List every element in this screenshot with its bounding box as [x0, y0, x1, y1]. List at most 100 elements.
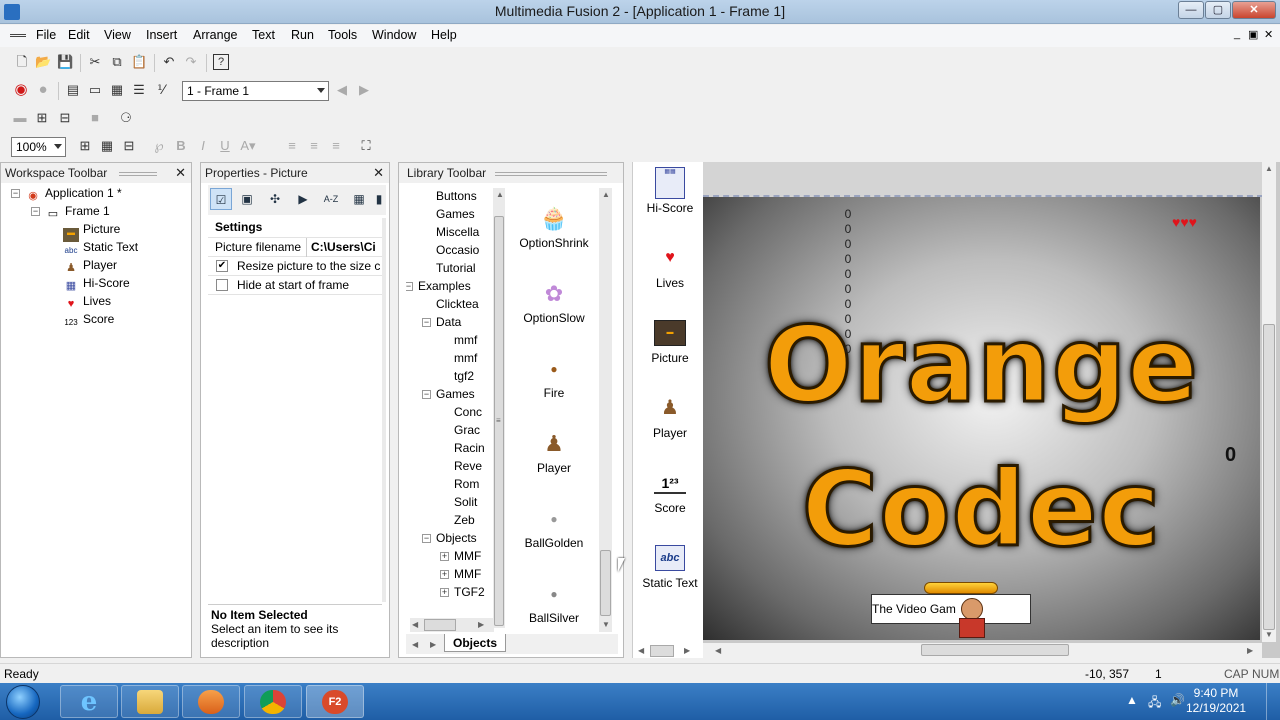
scroll-up-icon[interactable]: ▲ — [602, 190, 610, 199]
frame-object-static-text[interactable]: abc Static Text — [636, 542, 704, 590]
picture-filename-row[interactable]: Picture filename C:\Users\Ci — [208, 238, 382, 257]
frame-properties-icon[interactable]: ⊟ — [57, 110, 73, 126]
grid-view-icon[interactable]: ▦ — [348, 188, 370, 210]
library-tree-item[interactable]: Grac — [454, 423, 480, 437]
scroll-up-icon[interactable]: ▲ — [1265, 164, 1273, 173]
text-color-icon[interactable]: A▾ — [240, 138, 256, 154]
frame-object-hi-score[interactable]: ▦▦ Hi-Score — [636, 167, 704, 215]
menu-grip-icon[interactable] — [10, 34, 26, 37]
scroll-up-icon[interactable]: ▲ — [496, 190, 504, 199]
library-tree-item[interactable]: MMF — [454, 567, 481, 581]
paste-icon[interactable]: 📋 — [131, 54, 147, 70]
scroll-right-icon[interactable]: ▶ — [1247, 646, 1253, 655]
resize-picture-row[interactable]: ✔ Resize picture to the size c — [208, 257, 382, 276]
tree-item-application[interactable]: ◉ Application 1 * — [25, 186, 122, 203]
hi-score-counter[interactable]: 0 0 0 0 0 0 0 0 0 0 — [842, 207, 854, 357]
tree-collapse-icon[interactable]: − — [422, 534, 431, 543]
library-tree-item[interactable]: Objects — [436, 531, 477, 545]
taskbar-chrome[interactable] — [244, 685, 302, 718]
frame-toolbar-hscrollbar[interactable]: ◀ ▶ — [636, 644, 696, 658]
library-tree-item[interactable]: Solit — [454, 495, 477, 509]
next-frame-icon[interactable]: ▶ — [356, 82, 372, 98]
library-tree-item[interactable]: Miscella — [436, 225, 479, 239]
menu-run[interactable]: Run — [291, 28, 314, 42]
cut-icon[interactable]: ✂ — [87, 54, 103, 70]
tree-collapse-icon[interactable]: − — [422, 318, 431, 327]
hide-at-start-row[interactable]: Hide at start of frame — [208, 276, 382, 295]
frame-object-player[interactable]: ♟ Player — [636, 392, 704, 440]
scroll-down-icon[interactable]: ▼ — [602, 620, 610, 629]
scrollbar-thumb[interactable] — [921, 644, 1069, 656]
scroll-right-icon[interactable]: ▶ — [478, 620, 484, 629]
tree-item-hi-score[interactable]: ▦ Hi-Score — [63, 276, 130, 293]
maximize-button[interactable]: ▢ — [1205, 1, 1231, 19]
taskbar-multimedia-fusion[interactable]: F2 — [306, 685, 364, 718]
menu-window[interactable]: Window — [372, 28, 416, 42]
frame-editor-icon[interactable]: ▭ — [87, 82, 103, 98]
player-sprite[interactable] — [955, 596, 989, 640]
frame-object-lives[interactable]: ♥ Lives — [636, 242, 704, 290]
tab-scroll-right-icon[interactable]: ▶ — [430, 640, 436, 649]
library-tree-item[interactable]: Clicktea — [436, 297, 479, 311]
network-icon[interactable]: 🖧 — [1148, 693, 1161, 714]
menu-edit[interactable]: Edit — [68, 28, 90, 42]
italic-icon[interactable]: I — [195, 138, 211, 154]
library-tree-item[interactable]: Tutorial — [436, 261, 476, 275]
start-button[interactable] — [6, 685, 40, 719]
close-icon[interactable]: ✕ — [373, 165, 384, 181]
layers-icon[interactable]: ⚆ — [118, 110, 134, 126]
snap-grid-icon[interactable]: ▦ — [99, 138, 115, 154]
logo-line-codec[interactable]: Codec — [703, 456, 1260, 563]
library-item-optionslow[interactable]: ✿ OptionSlow — [509, 277, 599, 325]
align-right-icon[interactable]: ≡ — [328, 138, 344, 154]
score-counter[interactable]: 0 — [1225, 444, 1236, 467]
taskbar-explorer[interactable] — [121, 685, 179, 718]
logo-line-orange[interactable]: Orange — [703, 312, 1260, 419]
tree-collapse-icon[interactable]: − — [406, 282, 413, 291]
underline-icon[interactable]: U — [217, 138, 233, 154]
scroll-left-icon[interactable]: ◀ — [638, 646, 644, 655]
scrollbar-thumb[interactable] — [1263, 324, 1275, 630]
settings-tab-icon[interactable]: ☑ — [210, 188, 232, 210]
library-list-scrollbar[interactable]: ▲ ▼ — [599, 188, 612, 632]
library-tree-item[interactable]: Rom — [454, 477, 479, 491]
scrollbar-thumb[interactable] — [424, 619, 456, 631]
menu-help[interactable]: Help — [431, 28, 457, 42]
tree-expand-icon[interactable]: + — [440, 570, 449, 579]
show-desktop-button[interactable] — [1266, 683, 1280, 720]
scrollbar-thumb[interactable] — [650, 645, 674, 657]
zoom-select[interactable]: 100% — [11, 137, 66, 157]
align-left-icon[interactable]: ≡ — [284, 138, 300, 154]
library-tree-item[interactable]: Racin — [454, 441, 485, 455]
copy-icon[interactable]: ⧉ — [109, 54, 125, 70]
tree-expand-icon[interactable]: + — [440, 588, 449, 597]
library-tree-item[interactable]: Data — [436, 315, 461, 329]
new-file-icon[interactable]: 🗋 — [14, 54, 30, 70]
mdi-close-button[interactable]: ✕ — [1264, 28, 1273, 41]
library-tree-item[interactable]: mmf — [454, 333, 477, 347]
close-icon[interactable]: ✕ — [175, 165, 186, 181]
disabled-tool-icon[interactable]: ■ — [87, 110, 103, 126]
frame-select[interactable]: 1 - Frame 1 — [182, 81, 329, 101]
tree-expand-icon[interactable]: + — [440, 552, 449, 561]
library-item-optionshrink[interactable]: 🧁 OptionShrink — [509, 202, 599, 250]
library-tree-hscrollbar[interactable]: ◀ ▶ — [410, 618, 494, 632]
library-tree-item[interactable]: MMF — [454, 549, 481, 563]
stop-run-icon[interactable]: ◉ — [13, 82, 29, 98]
grid-setup-icon[interactable]: ⊞ — [34, 110, 50, 126]
picture-filename-value[interactable]: C:\Users\Ci — [311, 240, 381, 254]
menu-arrange[interactable]: Arrange — [193, 28, 237, 42]
scroll-left-icon[interactable]: ◀ — [412, 620, 418, 629]
tree-collapse-icon[interactable]: − — [422, 390, 431, 399]
library-tree-item[interactable]: Buttons — [436, 189, 477, 203]
save-icon[interactable]: 💾 — [57, 54, 73, 70]
menu-file[interactable]: File — [36, 28, 56, 42]
library-tree-item[interactable]: Conc — [454, 405, 482, 419]
library-item-ballgolden[interactable]: ● BallGolden — [509, 502, 599, 550]
properties-scrollbar[interactable] — [382, 218, 386, 602]
tab-scroll-left-icon[interactable]: ◀ — [412, 640, 418, 649]
frame-canvas[interactable]: Orange Codec — [703, 197, 1260, 640]
library-item-ballsilver[interactable]: ● BallSilver — [509, 577, 599, 625]
library-tree-item[interactable]: Occasio — [436, 243, 479, 257]
scroll-right-icon[interactable]: ▶ — [684, 646, 690, 655]
